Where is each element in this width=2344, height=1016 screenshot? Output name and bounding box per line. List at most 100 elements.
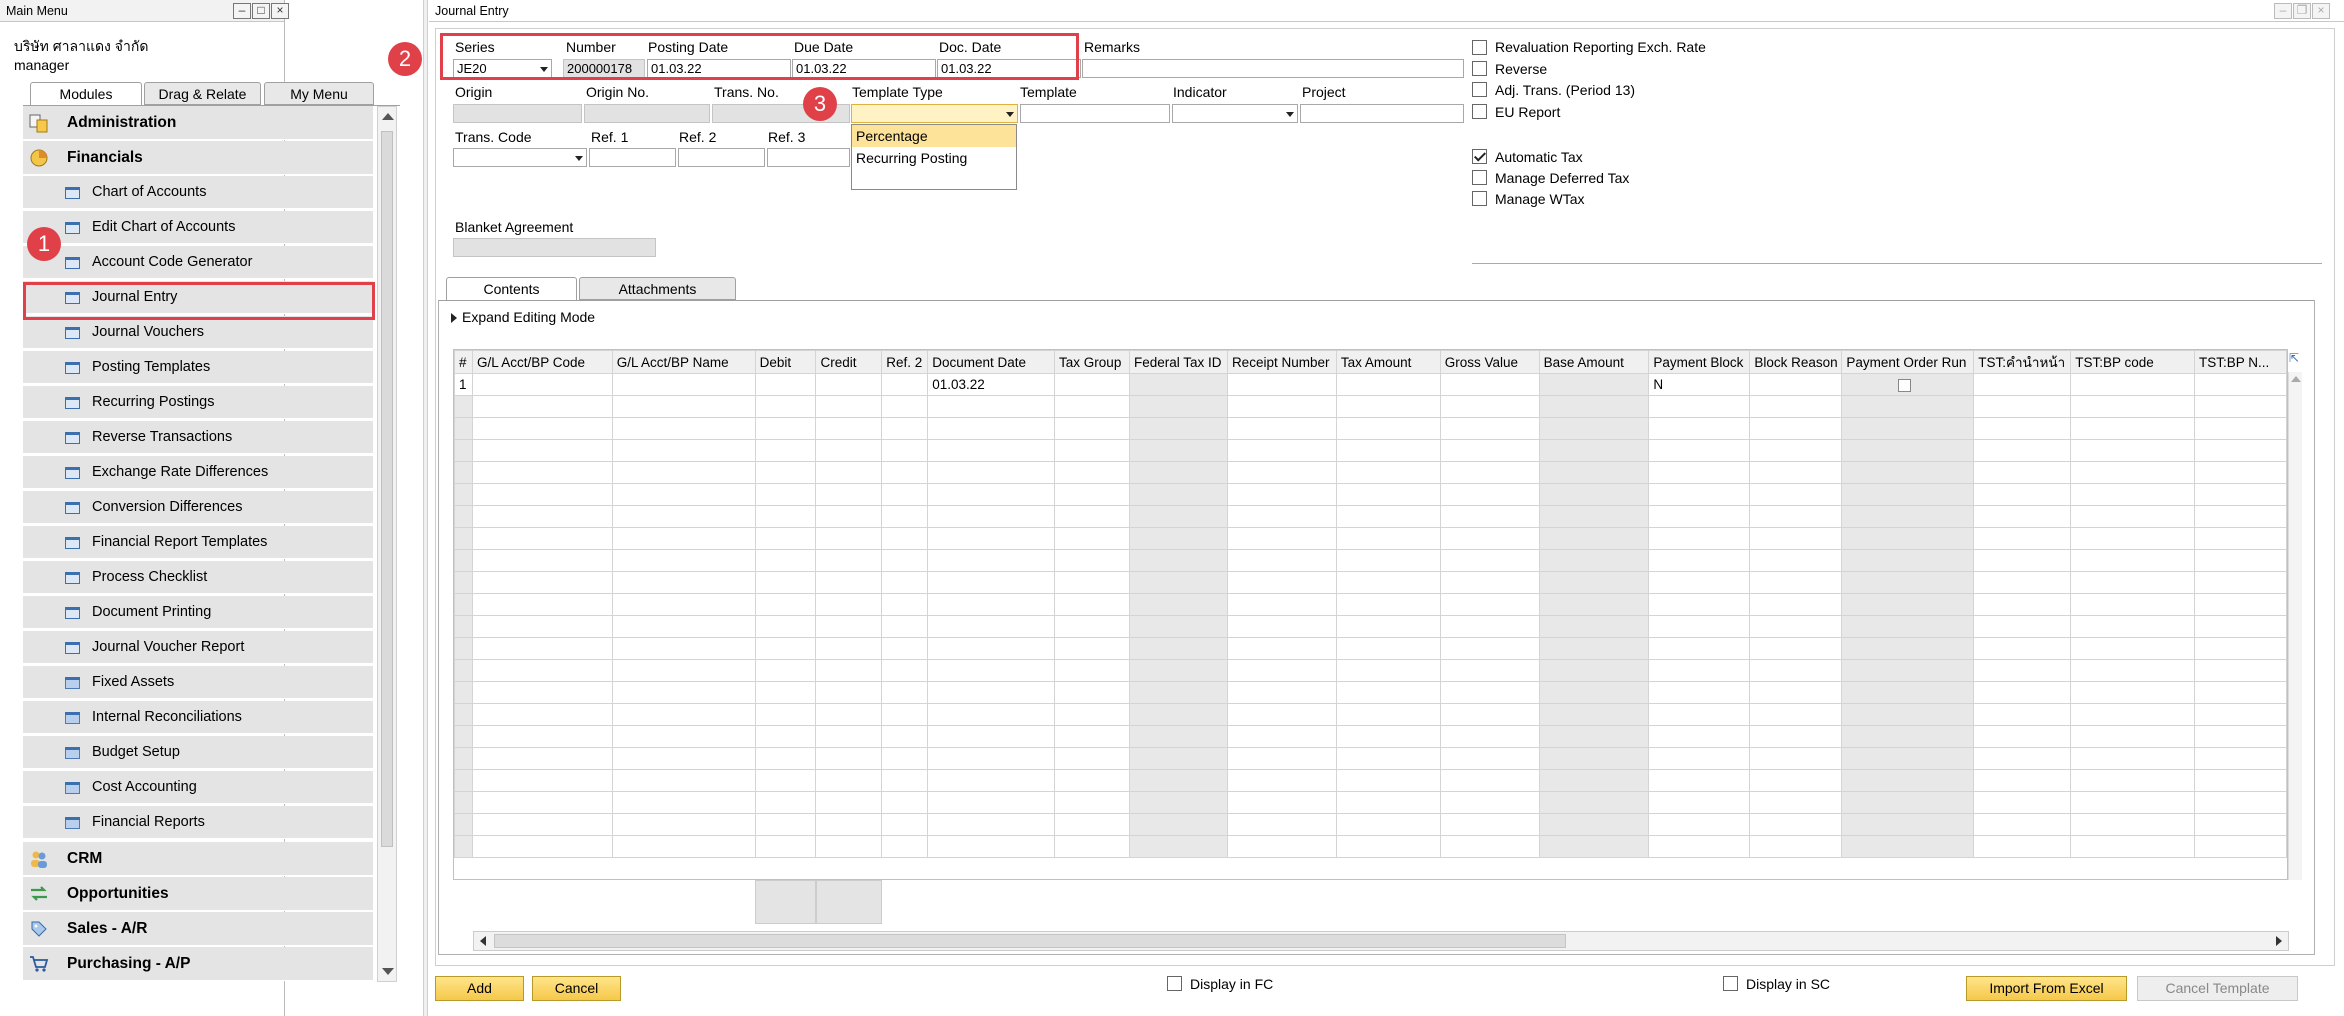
menu-item-reverse-transactions[interactable]: Reverse Transactions (23, 421, 373, 454)
grid-cell[interactable] (1226, 835, 1337, 858)
grid-cell[interactable] (471, 791, 613, 814)
expand-toggle[interactable]: Expand Editing Mode (451, 309, 595, 325)
grid-cell[interactable] (815, 395, 883, 418)
table-row[interactable] (454, 681, 2287, 704)
grid-cell[interactable] (1538, 417, 1650, 440)
grid-cell[interactable] (754, 835, 817, 858)
grid-cell[interactable] (1128, 637, 1228, 660)
module-sales[interactable]: Sales - A/R (23, 912, 373, 946)
grid-cell[interactable] (2070, 637, 2195, 660)
grid-cell[interactable] (1973, 747, 2072, 770)
grid-cell[interactable] (1439, 527, 1540, 550)
table-row[interactable] (454, 725, 2287, 748)
maximize-icon[interactable]: □ (252, 3, 270, 19)
column-header[interactable]: # (454, 350, 473, 374)
grid-cell[interactable] (611, 373, 756, 396)
grid-cell[interactable] (881, 813, 929, 836)
grid-cell[interactable] (927, 483, 1056, 506)
grid-cell[interactable] (1054, 681, 1130, 704)
grid-cell[interactable] (1973, 681, 2072, 704)
grid-cell[interactable] (1749, 395, 1843, 418)
column-header[interactable]: Ref. 2 (881, 350, 929, 374)
grid-cell[interactable] (754, 505, 817, 528)
table-row[interactable] (454, 791, 2287, 814)
restore-icon[interactable]: ❐ (2293, 3, 2311, 19)
grid-cell[interactable] (1439, 725, 1540, 748)
grid-cell[interactable] (2070, 417, 2195, 440)
grid-cell[interactable] (1226, 725, 1337, 748)
menu-item-financial-report-templates[interactable]: Financial Report Templates (23, 526, 373, 559)
grid-cell[interactable] (471, 703, 613, 726)
grid-cell[interactable] (1128, 505, 1228, 528)
grid-cell[interactable] (1054, 769, 1130, 792)
grid-cell[interactable] (1226, 637, 1337, 660)
grid-cell[interactable] (1538, 769, 1650, 792)
grid-cell[interactable] (1538, 373, 1650, 396)
grid-cell[interactable]: 1 (454, 373, 473, 396)
grid-cell[interactable] (2193, 835, 2287, 858)
template-field[interactable] (1020, 104, 1170, 123)
grid-cell[interactable] (1335, 549, 1441, 572)
grid-cell[interactable] (1335, 527, 1441, 550)
grid-cell[interactable] (927, 637, 1056, 660)
grid-cell[interactable] (454, 593, 473, 616)
grid-cell[interactable] (1226, 813, 1337, 836)
menu-item-financial-reports[interactable]: Financial Reports (23, 806, 373, 839)
grid-cell[interactable] (1128, 813, 1228, 836)
grid-cell[interactable] (1054, 373, 1130, 396)
splitter[interactable] (423, 0, 428, 1016)
grid-cell[interactable] (471, 527, 613, 550)
grid-cell[interactable] (611, 659, 756, 682)
expand-grid-icon[interactable]: ⇱ (2289, 351, 2299, 365)
grid-cell[interactable] (1226, 373, 1337, 396)
grid-cell[interactable] (1335, 769, 1441, 792)
grid-cell[interactable] (454, 615, 473, 638)
grid-cell[interactable] (2070, 725, 2195, 748)
grid-cell[interactable] (1335, 395, 1441, 418)
grid-cell[interactable] (1841, 813, 1975, 836)
grid-cell[interactable] (1226, 615, 1337, 638)
grid-cell[interactable] (471, 637, 613, 660)
grid-cell[interactable] (2070, 791, 2195, 814)
menu-item-cost-accounting[interactable]: Cost Accounting (23, 771, 373, 804)
table-row[interactable] (454, 703, 2287, 726)
grid-cell[interactable] (1335, 373, 1441, 396)
grid-cell[interactable] (1973, 417, 2072, 440)
table-row[interactable] (454, 439, 2287, 462)
grid-cell[interactable] (1439, 483, 1540, 506)
grid-cell[interactable] (754, 725, 817, 748)
grid-cell[interactable] (1335, 483, 1441, 506)
grid-cell[interactable] (1226, 769, 1337, 792)
grid-cell[interactable] (1538, 439, 1650, 462)
grid-cell[interactable] (881, 483, 929, 506)
grid-cell[interactable] (1973, 571, 2072, 594)
tab-drag-relate[interactable]: Drag & Relate (144, 82, 261, 105)
menu-item-posting-templates[interactable]: Posting Templates (23, 351, 373, 384)
grid-cell[interactable] (754, 373, 817, 396)
grid-cell[interactable] (1054, 835, 1130, 858)
grid-cell[interactable] (454, 439, 473, 462)
display-fc-checkbox[interactable] (1167, 976, 1182, 991)
grid-cell[interactable] (1648, 505, 1751, 528)
grid-cell[interactable] (1749, 681, 1843, 704)
grid-cell[interactable] (1054, 417, 1130, 440)
column-header[interactable]: Credit (815, 350, 883, 374)
grid-cell[interactable] (1648, 659, 1751, 682)
import-from-excel-button[interactable]: Import From Excel (1966, 976, 2127, 1001)
minimize-icon[interactable]: – (2274, 3, 2292, 19)
grid-cell[interactable] (1054, 571, 1130, 594)
grid-cell[interactable] (1973, 769, 2072, 792)
grid-cell[interactable] (471, 439, 613, 462)
grid-cell[interactable] (754, 417, 817, 440)
grid-cell[interactable] (1538, 505, 1650, 528)
grid-cell[interactable] (1226, 417, 1337, 440)
grid-cell[interactable] (454, 703, 473, 726)
grid-cell[interactable] (1335, 681, 1441, 704)
column-header[interactable]: Federal Tax ID (1128, 350, 1228, 374)
menu-item-process-checklist[interactable]: Process Checklist (23, 561, 373, 594)
grid-cell[interactable] (454, 505, 473, 528)
table-row[interactable] (454, 549, 2287, 572)
grid-cell[interactable] (754, 637, 817, 660)
ref2-field[interactable] (678, 148, 765, 167)
grid-cell[interactable] (611, 527, 756, 550)
